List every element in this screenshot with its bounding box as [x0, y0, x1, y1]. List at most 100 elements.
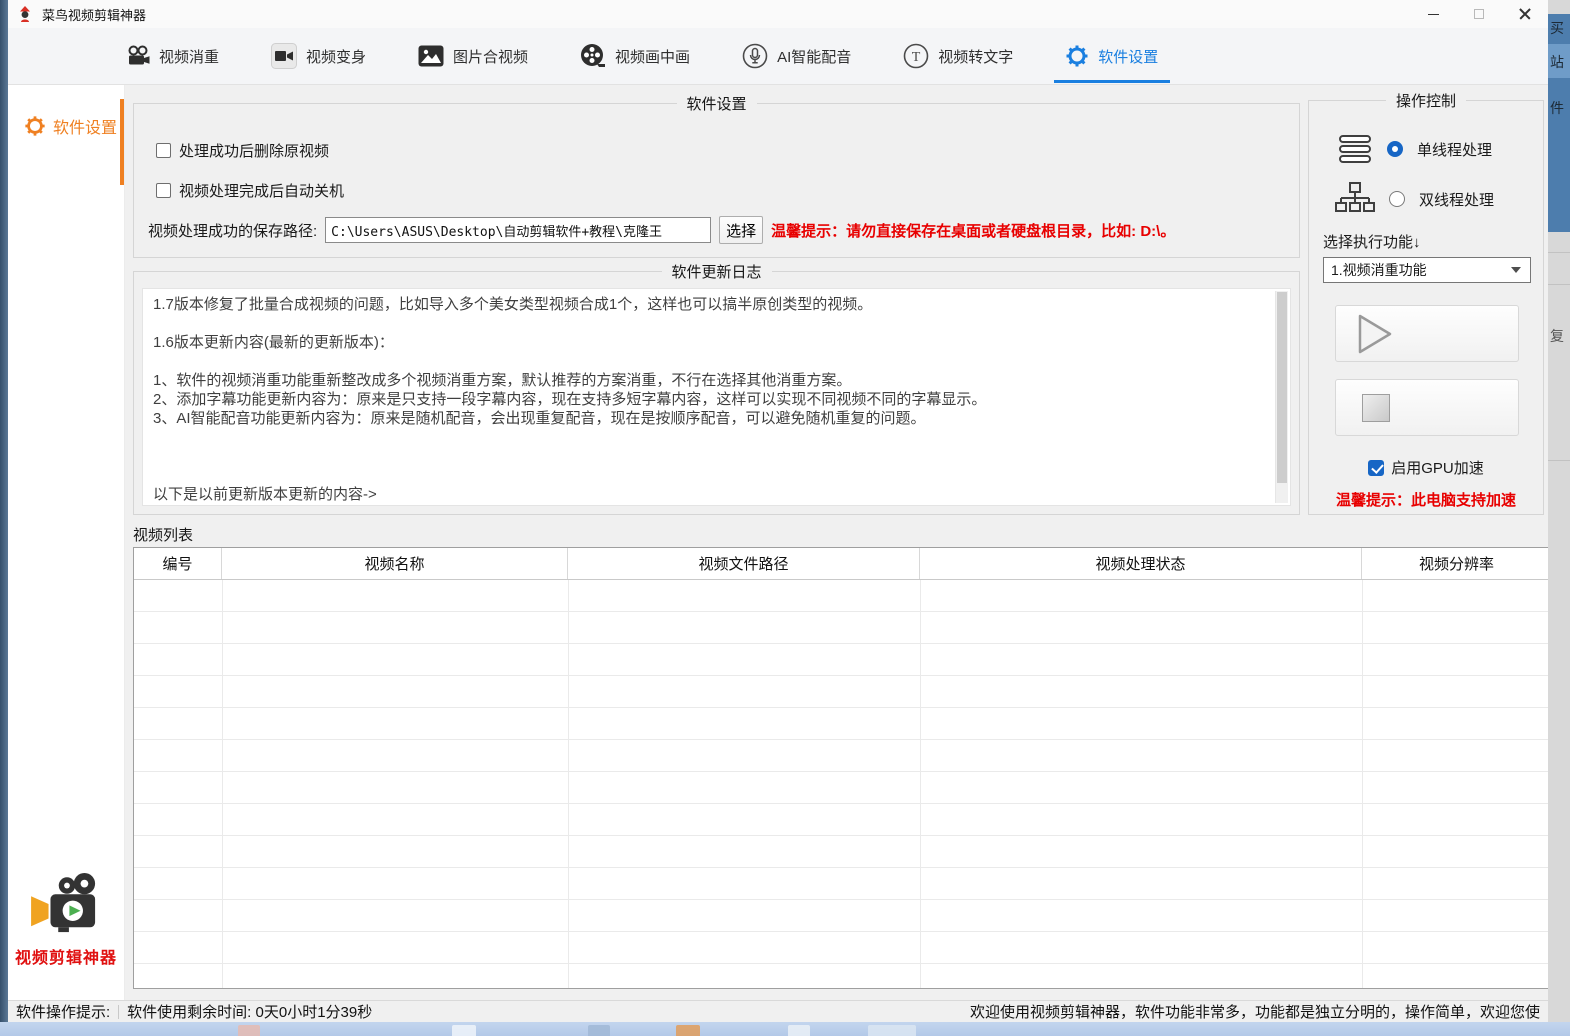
select-function-label: 选择执行功能↓: [1323, 231, 1421, 252]
save-path-row: 视频处理成功的保存路径: 选择 温馨提示：请勿直接保存在桌面或者硬盘根目录，比如…: [148, 216, 1175, 244]
film-reel-icon: [580, 43, 606, 69]
minimize-icon: [1428, 14, 1439, 15]
maximize-button[interactable]: [1456, 0, 1502, 28]
movie-camera-icon: [126, 44, 150, 68]
tab-label: 视频消重: [159, 46, 219, 67]
gear-icon: [24, 115, 46, 137]
double-thread-option[interactable]: 双线程处理: [1335, 181, 1494, 217]
gpu-warning: 温馨提示：此电脑支持加速: [1309, 489, 1543, 510]
screen: 菜鸟视频剪辑神器 视频消重: [0, 0, 1570, 1036]
single-thread-radio[interactable]: [1387, 141, 1403, 157]
status-prefix: 软件操作提示:: [16, 1001, 110, 1022]
titlebar: 菜鸟视频剪辑神器: [8, 0, 1548, 28]
tab-video-dedupe[interactable]: 视频消重: [126, 44, 219, 68]
edge-text-fragment: 站: [1550, 52, 1564, 72]
taskbar-item: [868, 1025, 916, 1036]
close-button[interactable]: [1502, 0, 1548, 28]
changelog-scrollbar[interactable]: [1275, 291, 1288, 503]
app-logo-icon: [16, 5, 34, 23]
changelog-line: [153, 447, 1260, 466]
edge-line: [1548, 460, 1570, 461]
save-path-input[interactable]: [325, 217, 711, 243]
changelog-textarea[interactable]: 1.7版本修复了批量合成视频的问题，比如导入多个美女类型视频合成1个，这样也可以…: [142, 288, 1291, 506]
stop-button[interactable]: [1335, 379, 1519, 436]
taskbar-item: [452, 1025, 476, 1036]
svg-text:T: T: [912, 50, 921, 65]
sidebar: 软件设置 视频剪辑神器: [8, 85, 125, 1000]
taskbar-sliver: [0, 1022, 1570, 1036]
brand-logo: 视频剪辑神器: [8, 871, 124, 968]
changelog-line: 1.7版本修复了批量合成视频的问题，比如导入多个美女类型视频合成1个，这样也可以…: [153, 295, 1260, 314]
function-dropdown[interactable]: 1.视频消重功能: [1323, 257, 1531, 283]
edge-line: [1548, 252, 1570, 253]
changelog-line: [153, 428, 1260, 447]
changelog-group-title: 软件更新日志: [661, 261, 771, 282]
column-header-video-name[interactable]: 视频名称: [222, 548, 568, 579]
single-thread-option[interactable]: 单线程处理: [1337, 133, 1492, 165]
single-thread-icon: [1337, 133, 1373, 165]
changelog-line: 1、软件的视频消重功能重新整改成多个视频消重方案，默认推荐的方案消重，不行在选择…: [153, 371, 1260, 390]
tab-label: 视频画中画: [615, 46, 690, 67]
radio-label: 单线程处理: [1417, 139, 1492, 160]
gpu-acceleration-checkbox[interactable]: [1368, 460, 1384, 476]
checkbox-label: 视频处理完成后自动关机: [179, 180, 344, 201]
active-tab-underline: [1054, 80, 1170, 83]
play-icon: [1352, 312, 1396, 356]
column-divider: [920, 580, 921, 988]
edge-line: [1548, 284, 1570, 285]
operation-control-panel: 操作控制 单线程处理: [1308, 100, 1544, 515]
auto-shutdown-checkbox[interactable]: [156, 183, 171, 198]
checkbox-row-delete-source[interactable]: 处理成功后删除原视频: [156, 140, 329, 161]
tab-label: 视频变身: [306, 46, 366, 67]
gpu-acceleration-option[interactable]: 启用GPU加速: [1309, 457, 1543, 478]
tab-label: 图片合视频: [453, 46, 528, 67]
microphone-icon: [742, 43, 768, 69]
main-tabbar: 视频消重 视频变身 图片合视频: [8, 28, 1548, 85]
status-divider: [118, 1005, 119, 1019]
video-list-body: [134, 580, 1551, 988]
column-header-resolution[interactable]: 视频分辨率: [1362, 548, 1551, 579]
changelog-scrollbar-thumb[interactable]: [1277, 292, 1287, 483]
tab-label: 软件设置: [1098, 46, 1158, 67]
column-header-number[interactable]: 编号: [134, 548, 222, 579]
tab-picture-in-picture[interactable]: 视频画中画: [580, 43, 690, 69]
column-header-status[interactable]: 视频处理状态: [920, 548, 1362, 579]
status-bar: 软件操作提示: 软件使用剩余时间: 0天0小时1分39秒 欢迎使用视频剪辑神器，…: [8, 1000, 1548, 1022]
changelog-line: 1.6版本更新内容(最新的更新版本)：: [153, 333, 1260, 352]
tab-software-settings[interactable]: 软件设置: [1065, 44, 1158, 68]
video-camera-logo-icon: [28, 871, 104, 935]
tab-image-to-video[interactable]: 图片合视频: [418, 45, 528, 67]
column-header-file-path[interactable]: 视频文件路径: [568, 548, 920, 579]
column-divider: [1362, 580, 1363, 988]
background-window-edge: 买 站 件 复: [1548, 0, 1570, 1022]
taskbar-item: [588, 1025, 610, 1036]
checkbox-row-auto-shutdown[interactable]: 视频处理完成后自动关机: [156, 180, 344, 201]
changelog-line: 2、添加字幕功能更新内容为：原来是只支持一段字幕内容，现在支持多短字幕内容，这样…: [153, 390, 1260, 409]
video-list-header: 编号 视频名称 视频文件路径 视频处理状态 视频分辨率: [134, 548, 1551, 580]
radio-label: 双线程处理: [1419, 189, 1494, 210]
double-thread-radio[interactable]: [1389, 191, 1405, 207]
chevron-down-icon: [1511, 267, 1521, 273]
edge-text-fragment: 复: [1550, 326, 1564, 346]
settings-group-title: 软件设置: [676, 93, 756, 114]
choose-path-button[interactable]: 选择: [719, 216, 763, 244]
video-list-title: 视频列表: [133, 524, 193, 545]
start-button[interactable]: [1335, 305, 1519, 362]
delete-source-checkbox[interactable]: [156, 143, 171, 158]
desktop-edge-left: [0, 0, 8, 1036]
sidebar-item-label: 软件设置: [53, 114, 117, 138]
tab-label: 视频转文字: [938, 46, 1013, 67]
gear-icon: [1065, 44, 1089, 68]
tab-video-to-text[interactable]: T 视频转文字: [903, 43, 1013, 69]
tab-video-transform[interactable]: 视频变身: [271, 43, 366, 69]
maximize-icon: [1474, 9, 1484, 19]
taskbar-item: [238, 1025, 260, 1036]
brand-logo-label: 视频剪辑神器: [8, 944, 124, 968]
tab-ai-dubbing[interactable]: AI智能配音: [742, 43, 851, 69]
changelog-line: 以下是以前更新版本更新的内容->: [153, 485, 1260, 504]
settings-groupbox: 软件设置 处理成功后删除原视频 视频处理完成后自动关机 视频处理成功的保存路径:…: [133, 103, 1300, 258]
minimize-button[interactable]: [1410, 0, 1456, 28]
taskbar-item: [788, 1025, 810, 1036]
edge-text-fragment: 件: [1550, 98, 1564, 118]
sidebar-item-software-settings[interactable]: 软件设置: [8, 107, 124, 145]
